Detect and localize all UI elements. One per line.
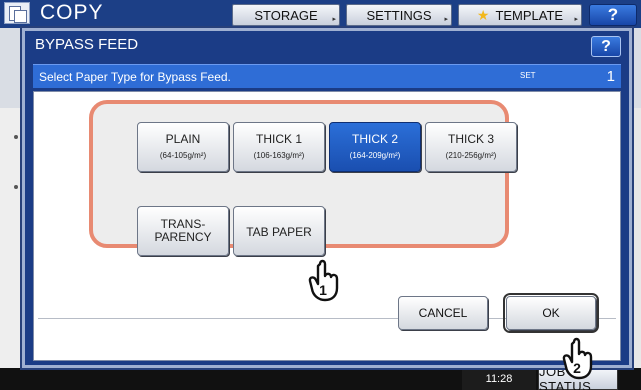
paper-thick2-button[interactable]: THICK 2 (164-209g/m²) (329, 122, 421, 172)
corner-arrow-icon: ▸ (332, 16, 336, 23)
paper-label: THICK 2 (351, 132, 398, 146)
callout-number: 1 (319, 282, 327, 298)
settings-button[interactable]: SETTINGS ▸ (346, 4, 452, 26)
paper-label: TAB PAPER (246, 225, 312, 239)
paper-label: PLAIN (165, 132, 201, 146)
paper-thick1-button[interactable]: THICK 1 (106-163g/m²) (233, 122, 325, 172)
corner-arrow-icon: ▸ (444, 16, 448, 23)
ok-button[interactable]: OK (503, 293, 599, 333)
template-button[interactable]: ★ TEMPLATE ▸ (458, 4, 582, 26)
set-count: 1 (606, 68, 615, 85)
callout-number: 2 (573, 360, 581, 376)
set-label: SET (520, 71, 536, 80)
instruction-text: Select Paper Type for Bypass Feed. (39, 70, 231, 84)
message-bar: Select Paper Type for Bypass Feed. SET 1 (33, 64, 621, 88)
storage-label: STORAGE (254, 7, 318, 23)
help-icon[interactable]: ? (591, 36, 621, 57)
pointing-hand-icon: 2 (562, 337, 593, 380)
top-bar: COPY STORAGE ▸ SETTINGS ▸ ★ TEMPLATE ▸ ? (0, 0, 641, 28)
paper-weight: (210-256g/m²) (445, 151, 497, 160)
settings-label: SETTINGS (366, 7, 432, 23)
pointing-hand-icon: 1 (308, 259, 339, 302)
copy-icon (4, 2, 30, 24)
paper-weight: (106-163g/m²) (253, 151, 305, 160)
paper-label: THICK 1 (255, 132, 302, 146)
cancel-button[interactable]: CANCEL (398, 296, 488, 330)
paper-label: TRANS- PARENCY (154, 217, 212, 244)
paper-thick3-button[interactable]: THICK 3 (210-256g/m²) (425, 122, 517, 172)
app-title: COPY (40, 1, 104, 24)
help-icon[interactable]: ? (589, 4, 637, 26)
star-icon: ★ (476, 6, 490, 23)
paper-weight: (164-209g/m²) (349, 151, 401, 160)
template-label: TEMPLATE (495, 7, 564, 23)
paper-weight: (64-105g/m²) (159, 151, 207, 160)
copier-screen: COPY STORAGE ▸ SETTINGS ▸ ★ TEMPLATE ▸ ?… (0, 0, 641, 390)
corner-arrow-icon: ▸ (574, 16, 578, 23)
background-marker (14, 185, 18, 189)
storage-button[interactable]: STORAGE ▸ (232, 4, 340, 26)
clock: 11:28 (462, 368, 536, 390)
paper-plain-button[interactable]: PLAIN (64-105g/m²) (137, 122, 229, 172)
paper-tab-paper-button[interactable]: TAB PAPER (233, 206, 325, 256)
background-marker (14, 135, 18, 139)
dialog-title: BYPASS FEED (35, 36, 139, 53)
paper-label: THICK 3 (447, 132, 494, 146)
paper-transparency-button[interactable]: TRANS- PARENCY (137, 206, 229, 256)
